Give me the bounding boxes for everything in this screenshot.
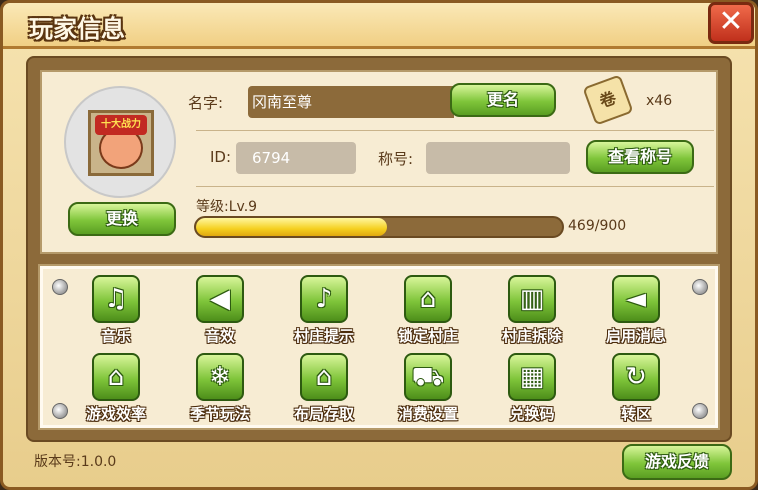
music-note-icon[interactable]: ♫ [92,275,140,323]
name-label: 名字: [188,94,224,112]
change-avatar-button[interactable]: 更换 [68,202,176,236]
snowflake-icon[interactable]: ❄ [196,353,244,401]
window-title: 玩家信息 [29,15,125,43]
setting-item[interactable]: ▥ 村庄拆除 [482,275,582,347]
setting-item[interactable]: ❄ 季节玩法 [170,353,270,425]
setting-label: 季节玩法 [189,405,250,423]
megaphone-icon[interactable]: ◄ [612,275,660,323]
setting-label: 锁定村庄 [397,327,458,345]
setting-item[interactable]: ⌂ 锁定村庄 [378,275,478,347]
house-layout-icon[interactable]: ⌂ [300,353,348,401]
setting-label: 启用消息 [605,327,666,345]
id-field: 6794 [236,142,356,174]
setting-label: 布局存取 [293,405,354,423]
speaker-icon[interactable]: ◀ [196,275,244,323]
setting-item[interactable]: ⛟ 消费设置 [378,353,478,425]
view-titles-button[interactable]: 查看称号 [586,140,694,174]
xp-bar [194,216,564,238]
house-tools-icon[interactable]: ⌂ [92,353,140,401]
feedback-button[interactable]: 游戏反馈 [622,444,732,480]
title-field [426,142,570,174]
rivet-icon [692,279,708,295]
setting-item[interactable]: ⌂ 布局存取 [274,353,374,425]
setting-label: 音乐 [100,327,131,345]
house-lock-icon[interactable]: ⌂ [404,275,452,323]
setting-item[interactable]: ◄ 启用消息 [586,275,686,347]
setting-label: 村庄提示 [293,327,354,345]
divider [196,130,714,131]
close-button[interactable]: ✕ [708,2,754,44]
avatar: 十大战力 [88,110,154,176]
title-label: 称号: [378,150,414,168]
setting-label: 消费设置 [397,405,458,423]
refresh-icon[interactable]: ↻ [612,353,660,401]
version-label: 版本号:1.0.0 [34,454,117,470]
bell-icon[interactable]: ♪ [300,275,348,323]
setting-item[interactable]: ♪ 村庄提示 [274,275,374,347]
qr-code-icon[interactable]: ▦ [508,353,556,401]
setting-item[interactable]: ↻ 转区 [586,353,686,425]
xp-bar-fill [196,218,387,236]
title-bar: 玩家信息 [3,3,755,49]
level-label: 等级:Lv.9 [196,199,258,215]
setting-item[interactable]: ▦ 兑换码 [482,353,582,425]
setting-label: 兑换码 [509,405,555,423]
item-count: x46 [646,93,673,109]
setting-label: 游戏效率 [85,405,146,423]
setting-item[interactable]: ♫ 音乐 [66,275,166,347]
avatar-badge: 十大战力 [95,115,147,135]
setting-item[interactable]: ◀ 音效 [170,275,270,347]
rename-button[interactable]: 更名 [450,83,556,117]
divider [196,186,714,187]
setting-item[interactable]: ⌂ 游戏效率 [66,353,166,425]
name-field: 冈南至尊 [248,86,454,118]
id-label: ID: [210,148,232,166]
xp-text: 469/900 [568,218,627,234]
trash-icon[interactable]: ▥ [508,275,556,323]
setting-label: 转区 [620,405,651,423]
setting-label: 村庄拆除 [501,327,562,345]
cart-icon[interactable]: ⛟ [404,353,452,401]
setting-label: 音效 [204,327,235,345]
rivet-icon [692,403,708,419]
